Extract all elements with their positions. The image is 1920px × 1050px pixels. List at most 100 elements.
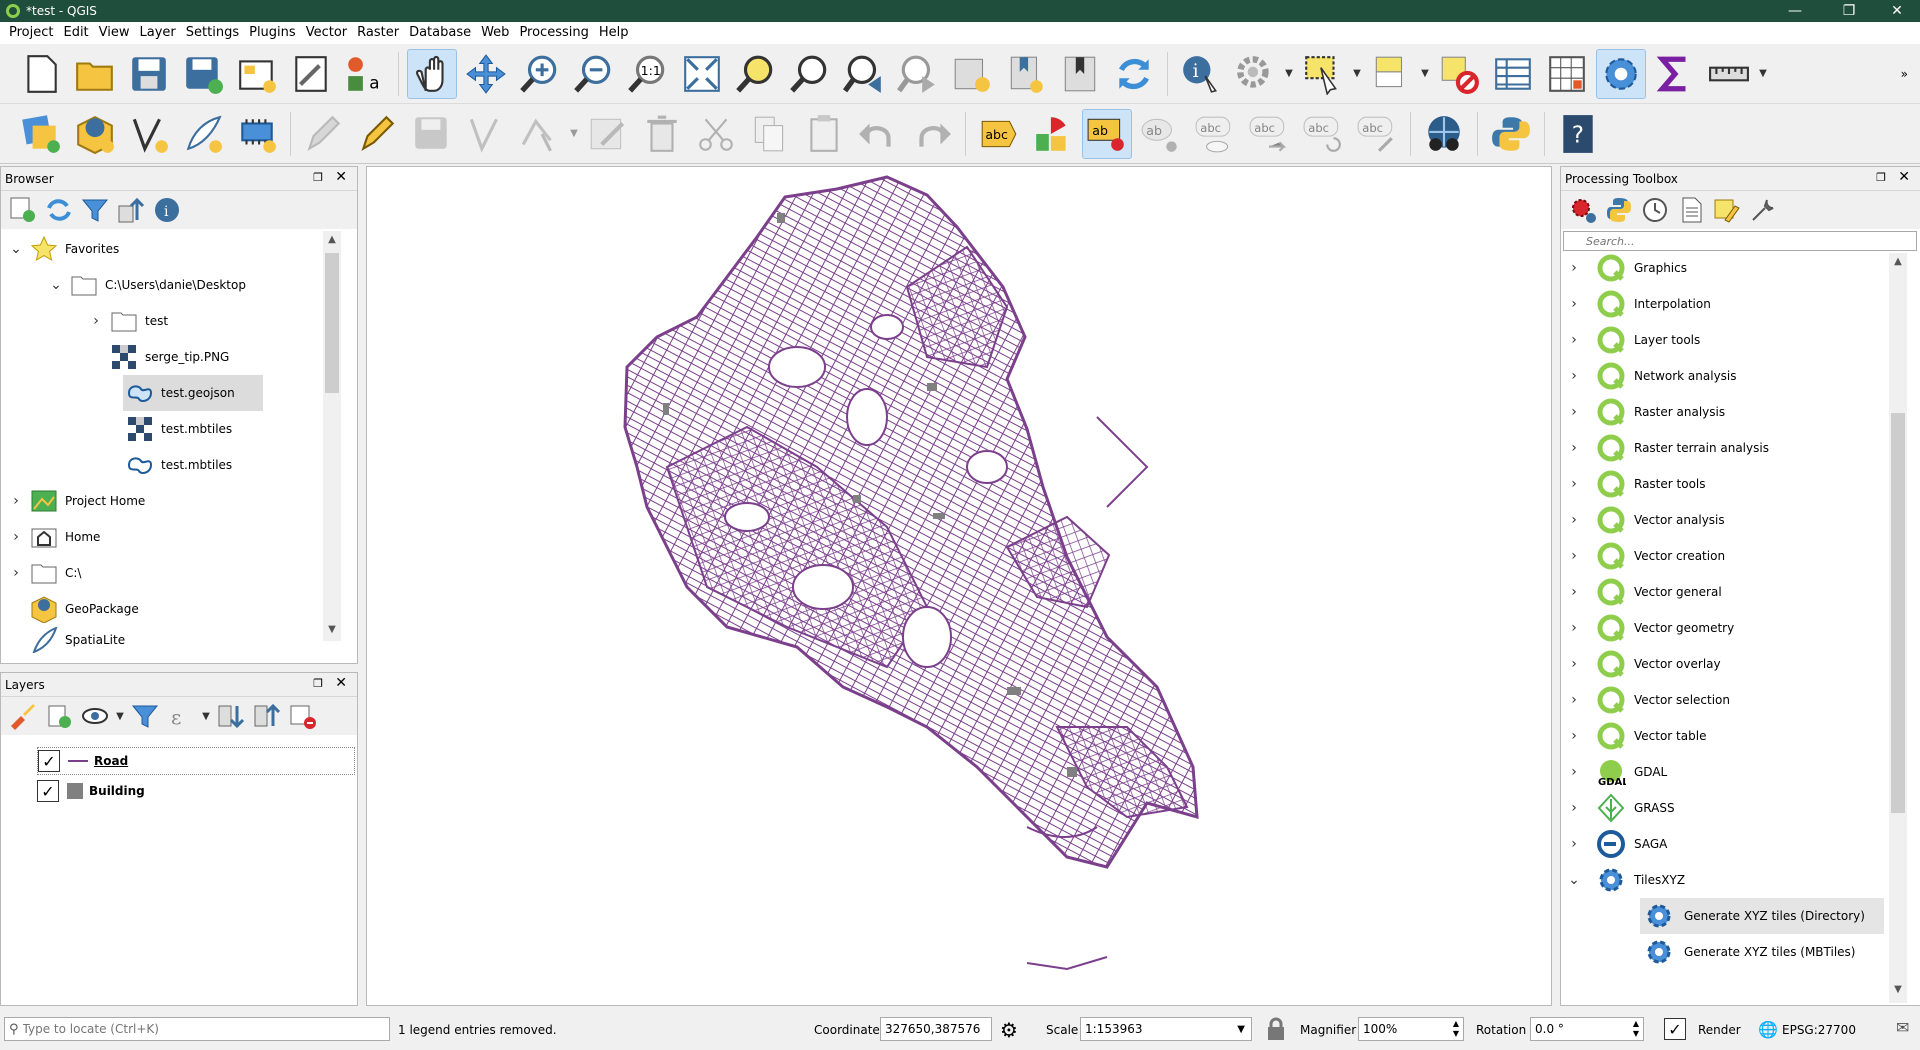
processing-group-raster-tools[interactable]: › Raster tools (1562, 466, 1882, 502)
processing-group-vector-table[interactable]: › Vector table (1562, 718, 1882, 754)
redo-icon[interactable] (907, 109, 957, 159)
change-label-icon[interactable]: abc (1352, 109, 1402, 159)
show-bookmarks-icon[interactable] (1055, 49, 1105, 99)
collapse-layers-icon[interactable] (249, 699, 285, 733)
provider-saga[interactable]: › SAGA (1562, 826, 1882, 862)
highlight-pinned-labels-icon[interactable]: ab (1082, 108, 1132, 159)
expand-arrow-icon[interactable]: › (1562, 620, 1586, 636)
new-geopackage-icon[interactable] (70, 109, 120, 159)
tree-favorites[interactable]: ⌄ Favorites (5, 231, 325, 267)
float-panel-icon[interactable]: ❐ (313, 171, 323, 184)
copy-features-icon[interactable] (745, 109, 795, 159)
tree-drive-c[interactable]: › C:\ (5, 555, 325, 591)
browser-scrollbar[interactable]: ▲ ▼ (323, 231, 341, 641)
zoom-to-selection-icon[interactable] (731, 49, 781, 99)
layer-visibility-checkbox[interactable]: ✓ (37, 780, 59, 802)
layer-road[interactable]: ✓ Road (37, 747, 355, 775)
expression-dropdown-icon[interactable]: ▼ (199, 711, 213, 722)
open-project-icon[interactable] (70, 49, 120, 99)
menu-raster[interactable]: Raster (352, 22, 404, 44)
scroll-down-icon[interactable]: ▼ (323, 621, 341, 639)
expand-arrow-icon[interactable]: › (1562, 512, 1586, 528)
scripts-icon[interactable] (1601, 193, 1637, 227)
zoom-last-icon[interactable] (839, 49, 889, 99)
menu-vector[interactable]: Vector (301, 22, 352, 44)
locator-field[interactable] (22, 1022, 353, 1036)
style-manager-icon[interactable]: a (340, 49, 390, 99)
layer-building[interactable]: ✓ Building (37, 777, 355, 805)
zoom-full-icon[interactable] (677, 49, 727, 99)
zoom-native-icon[interactable]: 1:1 (623, 49, 673, 99)
expand-arrow-icon[interactable]: › (1562, 296, 1586, 312)
chevron-down-icon[interactable]: ▼ (1237, 1024, 1245, 1035)
edit-features-in-place-icon[interactable] (1709, 193, 1745, 227)
expand-arrow-icon[interactable]: › (1562, 476, 1586, 492)
scrollbar-thumb[interactable] (1891, 413, 1905, 813)
lock-scale-icon[interactable] (1266, 1017, 1286, 1041)
add-group-icon[interactable] (41, 699, 77, 733)
spin-arrows-icon[interactable]: ▲ ▼ (1633, 1019, 1639, 1039)
processing-group-interpolation[interactable]: › Interpolation (1562, 286, 1882, 322)
modify-attributes-icon[interactable] (583, 109, 633, 159)
expand-arrow-icon[interactable]: › (1562, 404, 1586, 420)
algorithm-item[interactable]: Generate XYZ tiles (MBTiles) (1640, 934, 1884, 970)
show-hide-labels-icon[interactable]: abc (1190, 109, 1240, 159)
filter-expression-icon[interactable]: ε (163, 699, 199, 733)
paste-features-icon[interactable] (799, 109, 849, 159)
statistical-summary-icon[interactable] (1542, 49, 1592, 99)
tree-geopackage[interactable]: GeoPackage (27, 591, 325, 627)
vertex-tool-icon[interactable] (515, 109, 565, 159)
tree-test-mbtiles-raster[interactable]: test.mbtiles (123, 411, 325, 447)
menu-processing[interactable]: Processing (514, 22, 593, 44)
messages-icon[interactable]: ✉ (1896, 1018, 1909, 1037)
collapse-all-icon[interactable] (113, 193, 149, 227)
filter-browser-icon[interactable] (77, 193, 113, 227)
close-panel-icon[interactable]: ✕ (335, 675, 347, 691)
measure-icon[interactable] (1704, 49, 1754, 99)
collapse-arrow-icon[interactable]: › (5, 493, 27, 509)
menu-web[interactable]: Web (476, 22, 514, 44)
magnifier-spinbox[interactable]: 100% ▲ ▼ (1358, 1017, 1464, 1041)
options-icon[interactable] (1745, 193, 1781, 227)
results-viewer-icon[interactable] (1673, 193, 1709, 227)
pin-labels-icon[interactable]: ab (1136, 109, 1186, 159)
menu-database[interactable]: Database (404, 22, 476, 44)
provider-gdal[interactable]: › GDAL GDAL (1562, 754, 1882, 790)
add-feature-icon[interactable] (461, 109, 511, 159)
refresh-browser-icon[interactable] (41, 193, 77, 227)
tree-test-mbtiles-vector[interactable]: test.mbtiles (123, 447, 325, 483)
toolbar-overflow-icon[interactable]: » (1901, 67, 1908, 81)
processing-group-vector-selection[interactable]: › Vector selection (1562, 682, 1882, 718)
processing-search-field[interactable] (1564, 232, 1916, 250)
data-source-manager-icon[interactable] (16, 109, 66, 159)
provider-grass[interactable]: › GRASS (1562, 790, 1882, 826)
spin-arrows-icon[interactable]: ▲ ▼ (1453, 1019, 1459, 1039)
close-panel-icon[interactable]: ✕ (335, 169, 347, 185)
scroll-up-icon[interactable]: ▲ (323, 231, 341, 249)
save-edits-icon[interactable] (407, 109, 457, 159)
tree-serge-tip[interactable]: serge_tip.PNG (107, 339, 325, 375)
tree-spatialite[interactable]: SpatiaLite (27, 627, 325, 653)
save-project-icon[interactable] (124, 49, 174, 99)
toggle-editing-icon[interactable] (353, 109, 403, 159)
vertex-dropdown-icon[interactable]: ▼ (567, 128, 581, 139)
expand-arrow-icon[interactable]: ⌄ (45, 277, 67, 293)
processing-group-raster-terrain-analysis[interactable]: › Raster terrain analysis (1562, 430, 1882, 466)
expand-arrow-icon[interactable]: › (1562, 836, 1586, 852)
menu-view[interactable]: View (94, 22, 135, 44)
pan-to-selection-icon[interactable] (461, 49, 511, 99)
move-label-icon[interactable]: abc (1244, 109, 1294, 159)
remove-layer-icon[interactable] (285, 699, 321, 733)
label-toolbar-icon[interactable]: abc (974, 109, 1024, 159)
collapse-arrow-icon[interactable]: › (85, 313, 107, 329)
expand-arrow-icon[interactable]: › (1562, 728, 1586, 744)
zoom-out-icon[interactable] (569, 49, 619, 99)
menu-project[interactable]: Project (4, 22, 58, 44)
deselect-all-icon[interactable] (1434, 49, 1484, 99)
scroll-up-icon[interactable]: ▲ (1889, 253, 1907, 271)
select-features-icon[interactable] (1298, 49, 1348, 99)
processing-group-raster-analysis[interactable]: › Raster analysis (1562, 394, 1882, 430)
processing-group-vector-general[interactable]: › Vector general (1562, 574, 1882, 610)
scrollbar-thumb[interactable] (325, 253, 339, 393)
float-panel-icon[interactable]: ❐ (1876, 171, 1886, 184)
